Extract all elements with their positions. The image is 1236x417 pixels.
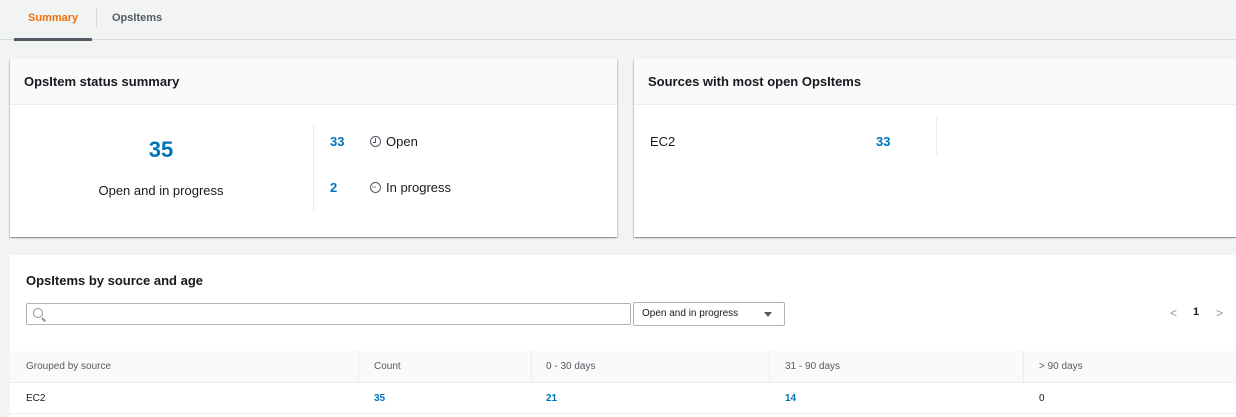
row-count-link[interactable]: 35 <box>374 384 385 414</box>
open-status: Open <box>370 134 418 149</box>
total-count-link[interactable]: 35 <box>10 137 312 163</box>
tab-summary[interactable]: Summary <box>14 0 93 41</box>
status-filter-value: Open and in progress <box>642 308 739 319</box>
row-31-90-link[interactable]: 14 <box>785 384 796 414</box>
in-progress-count-link[interactable]: 2 <box>330 180 337 195</box>
table-header: Grouped by source Count 0 - 30 days 31 -… <box>10 351 1236 383</box>
sources-divider <box>936 117 937 155</box>
col-over-90-days[interactable]: > 90 days <box>1039 351 1083 383</box>
search-field <box>26 303 631 325</box>
open-label: Open <box>386 134 418 149</box>
search-input[interactable] <box>49 304 624 324</box>
status-summary-card: OpsItem status summary 35 Open and in pr… <box>10 59 617 237</box>
status-filter-select[interactable]: Open and in progress <box>633 302 785 326</box>
prev-page-button[interactable]: < <box>1170 306 1177 320</box>
row-source: EC2 <box>26 393 46 404</box>
page-number[interactable]: 1 <box>1193 306 1199 318</box>
caret-down-icon <box>764 312 772 317</box>
col-grouped-by-source[interactable]: Grouped by source <box>26 351 111 383</box>
search-icon <box>33 308 43 318</box>
tab-bar: Summary OpsItems <box>0 0 1236 41</box>
sources-title: Sources with most open OpsItems <box>634 59 1236 105</box>
open-count-link[interactable]: 33 <box>330 134 344 149</box>
col-31-90-days[interactable]: 31 - 90 days <box>785 351 840 383</box>
tab-divider <box>96 8 97 28</box>
col-count[interactable]: Count <box>374 351 401 383</box>
source-name: EC2 <box>650 134 676 149</box>
tab-opsitems[interactable]: OpsItems <box>98 0 176 40</box>
col-divider <box>1023 351 1024 383</box>
row-0-30-link[interactable]: 21 <box>546 384 557 414</box>
in-progress-icon <box>370 181 381 193</box>
table-row: EC2 35 21 14 0 <box>10 384 1236 414</box>
col-divider <box>358 351 359 383</box>
in-progress-status: In progress <box>370 180 451 195</box>
next-page-button[interactable]: > <box>1216 306 1223 320</box>
by-source-age-title: OpsItems by source and age <box>26 273 204 288</box>
row-over-90: 0 <box>1039 393 1045 404</box>
source-count-link[interactable]: 33 <box>876 134 890 149</box>
status-divider <box>313 125 314 211</box>
col-0-30-days[interactable]: 0 - 30 days <box>546 351 595 383</box>
col-divider <box>769 351 770 383</box>
in-progress-label: In progress <box>386 180 452 195</box>
sources-card: Sources with most open OpsItems EC2 33 <box>634 59 1236 237</box>
status-summary-title: OpsItem status summary <box>10 59 617 105</box>
by-source-age-card: OpsItems by source and age Open and in p… <box>10 255 1236 417</box>
clock-icon <box>370 136 381 147</box>
col-divider <box>531 351 532 383</box>
total-count-label: Open and in progress <box>98 183 224 198</box>
